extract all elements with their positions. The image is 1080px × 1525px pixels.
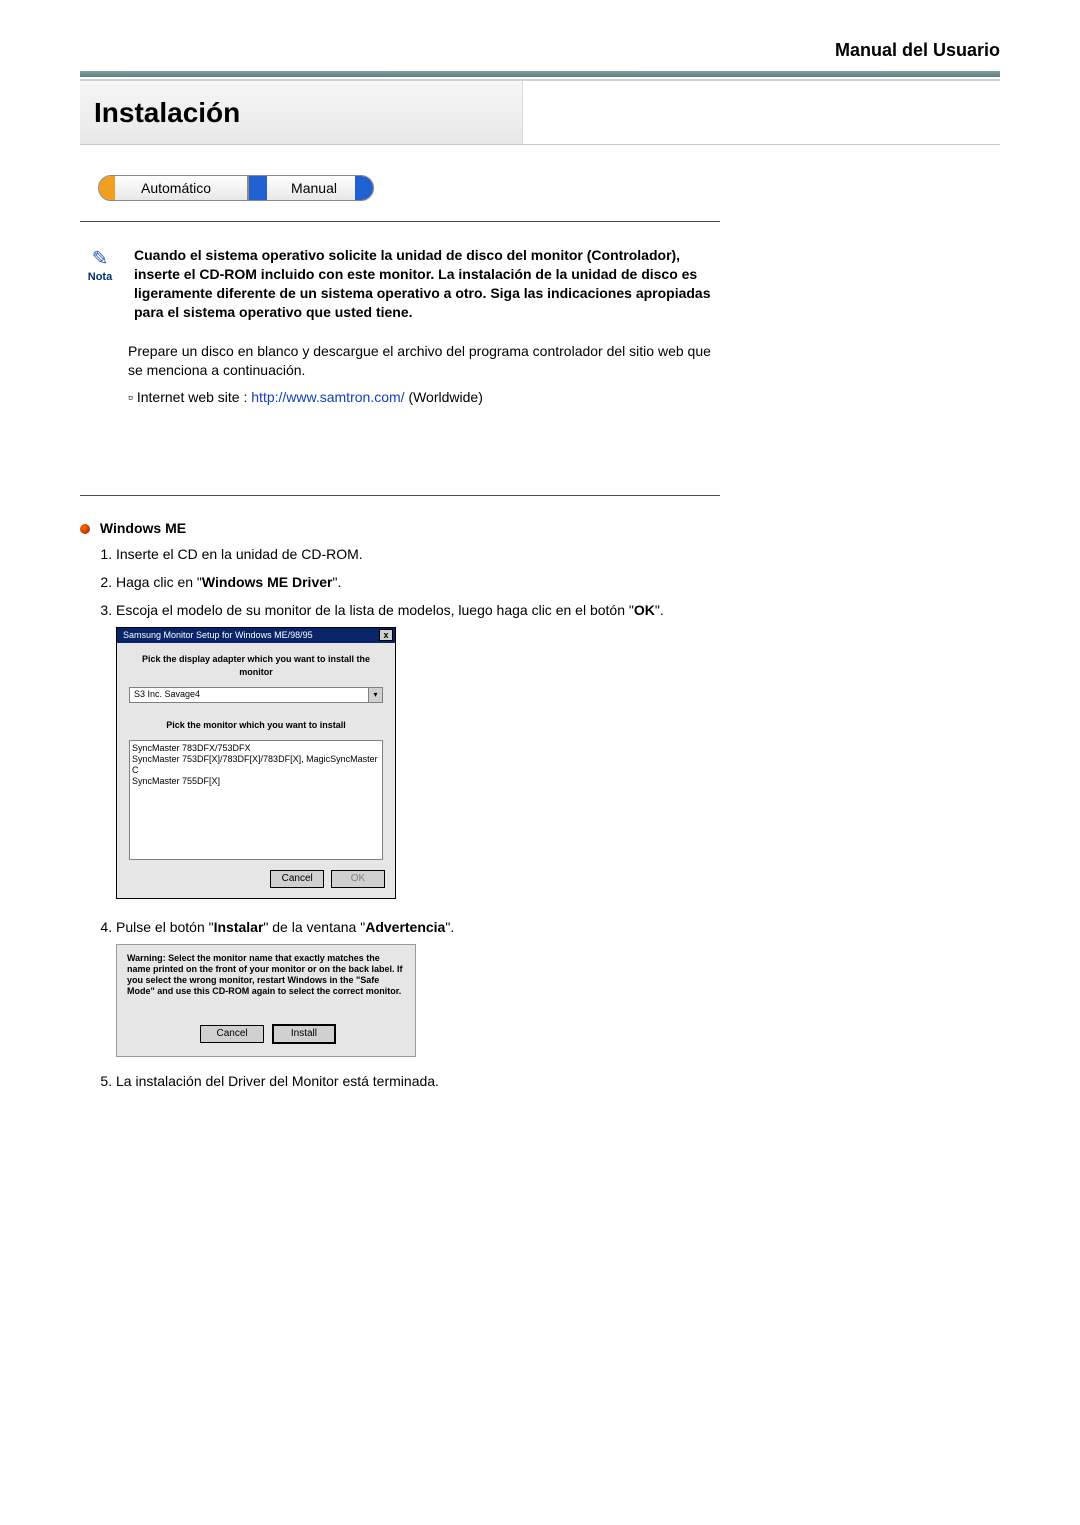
divider bbox=[80, 495, 720, 496]
step-text: Escoja el modelo de su monitor de la lis… bbox=[116, 602, 634, 618]
hand-icon: ✎ bbox=[80, 246, 120, 271]
divider bbox=[80, 221, 720, 222]
step-bold: Advertencia bbox=[365, 919, 445, 935]
step-4: Pulse el botón "Instalar" de la ventana … bbox=[116, 917, 720, 1057]
note-icon: ✎ Nota bbox=[80, 246, 120, 322]
bullet-icon: ▫ bbox=[128, 389, 133, 405]
step-text: ". bbox=[655, 602, 664, 618]
close-icon[interactable]: x bbox=[379, 629, 393, 641]
note-text: Cuando el sistema operativo solicite la … bbox=[134, 246, 720, 322]
step-bold: OK bbox=[634, 602, 655, 618]
install-steps: Inserte el CD en la unidad de CD-ROM. Ha… bbox=[98, 544, 720, 1092]
dialog-buttons: Cancel OK bbox=[117, 870, 395, 899]
model-picker-dialog: Samsung Monitor Setup for Windows ME/98/… bbox=[116, 627, 396, 900]
install-button[interactable]: Install bbox=[272, 1024, 336, 1045]
monitor-label: Pick the monitor which you want to insta… bbox=[129, 719, 383, 732]
download-paragraph: Prepare un disco en blanco y descargue e… bbox=[128, 342, 720, 381]
header-rule-accent bbox=[80, 71, 1000, 77]
tab-label: Manual bbox=[285, 180, 337, 196]
note-label: Nota bbox=[80, 271, 120, 283]
cancel-button[interactable]: Cancel bbox=[270, 870, 324, 889]
warning-text: Warning: Select the monitor name that ex… bbox=[127, 953, 405, 997]
step-1: Inserte el CD en la unidad de CD-ROM. bbox=[116, 544, 720, 564]
link-prefix: Internet web site : bbox=[137, 389, 248, 405]
tabs: Automático Manual bbox=[80, 175, 1000, 201]
ok-button[interactable]: OK bbox=[331, 870, 385, 889]
download-link[interactable]: http://www.samtron.com/ bbox=[251, 389, 404, 405]
step-3: Escoja el modelo de su monitor de la lis… bbox=[116, 600, 720, 899]
tab-automatico[interactable]: Automático bbox=[98, 175, 248, 201]
step-bold: Instalar bbox=[214, 919, 264, 935]
document-header: Manual del Usuario bbox=[80, 40, 1000, 61]
step-text: " de la ventana " bbox=[263, 919, 365, 935]
section-title: Instalación bbox=[80, 97, 240, 129]
section-title-bar: Instalación bbox=[80, 81, 1000, 145]
bullet-dot-icon bbox=[80, 524, 90, 534]
step-2: Haga clic en "Windows ME Driver". bbox=[116, 572, 720, 592]
os-heading-row: Windows ME bbox=[80, 520, 720, 536]
chevron-down-icon[interactable]: ▾ bbox=[368, 688, 382, 702]
title-spacer bbox=[522, 81, 1000, 144]
step-text: Pulse el botón " bbox=[116, 919, 214, 935]
adapter-dropdown[interactable]: S3 Inc. Savage4 ▾ bbox=[129, 687, 383, 703]
step-bold: Windows ME Driver bbox=[202, 574, 333, 590]
dropdown-value: S3 Inc. Savage4 bbox=[130, 688, 368, 701]
step-text: Haga clic en " bbox=[116, 574, 202, 590]
list-item[interactable]: SyncMaster 755DF[X] bbox=[132, 776, 380, 787]
dialog-body: Pick the display adapter which you want … bbox=[117, 643, 395, 870]
warning-buttons: Cancel Install bbox=[127, 1021, 405, 1045]
list-item[interactable]: SyncMaster 783DFX/753DFX bbox=[132, 743, 380, 754]
link-scope: (Worldwide) bbox=[408, 389, 482, 405]
step-5: La instalación del Driver del Monitor es… bbox=[116, 1071, 720, 1091]
note-block: ✎ Nota Cuando el sistema operativo solic… bbox=[80, 246, 720, 322]
step-text: ". bbox=[445, 919, 454, 935]
cancel-button[interactable]: Cancel bbox=[200, 1025, 264, 1044]
model-listbox[interactable]: SyncMaster 783DFX/753DFX SyncMaster 753D… bbox=[129, 740, 383, 860]
list-item[interactable]: SyncMaster 753DF[X]/783DF[X]/783DF[X], M… bbox=[132, 754, 380, 776]
dialog-titlebar: Samsung Monitor Setup for Windows ME/98/… bbox=[117, 628, 395, 643]
adapter-label: Pick the display adapter which you want … bbox=[129, 653, 383, 679]
download-link-line: ▫ Internet web site : http://www.samtron… bbox=[128, 389, 720, 405]
warning-dialog: Warning: Select the monitor name that ex… bbox=[116, 944, 416, 1058]
step-text: ". bbox=[332, 574, 341, 590]
dialog-title: Samsung Monitor Setup for Windows ME/98/… bbox=[123, 629, 313, 642]
os-heading: Windows ME bbox=[100, 520, 186, 536]
tab-label: Automático bbox=[135, 180, 211, 196]
tab-manual[interactable]: Manual bbox=[248, 175, 374, 201]
